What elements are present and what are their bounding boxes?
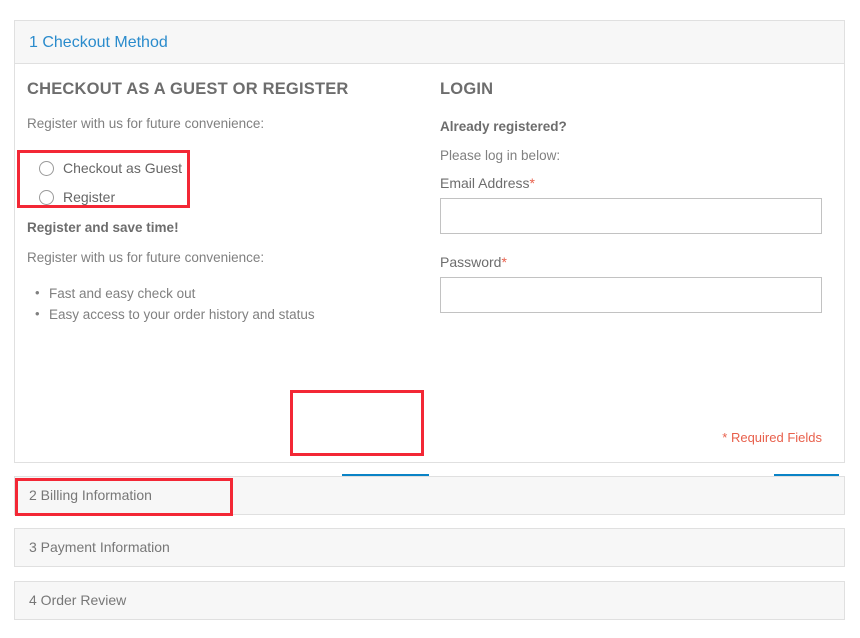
step-title-billing-information: 2 Billing Information [29, 487, 152, 503]
checkout-method-radio-group: Checkout as Guest Register [27, 151, 427, 214]
required-fields-note: * Required Fields [722, 430, 822, 445]
guest-register-intro: Register with us for future convenience: [27, 115, 427, 133]
already-registered-text: Already registered? [440, 119, 836, 134]
guest-register-column: CHECKOUT AS A GUEST OR REGISTER Register… [27, 80, 427, 326]
password-label-text: Password [440, 254, 501, 270]
please-log-in-text: Please log in below: [440, 148, 836, 163]
step-header-billing-information[interactable]: 2 Billing Information [15, 477, 844, 514]
step-header-checkout-method[interactable]: 1 Checkout Method [15, 21, 844, 64]
email-field-block: Email Address* [440, 175, 836, 234]
radio-option-register[interactable]: Register [39, 185, 427, 210]
step-header-order-review[interactable]: 4 Order Review [15, 582, 844, 619]
register-benefits-list: Fast and easy check out Easy access to y… [27, 284, 427, 326]
step-title-order-review: 4 Order Review [29, 592, 126, 608]
radio-label-checkout-as-guest: Checkout as Guest [63, 160, 182, 176]
radio-option-checkout-as-guest[interactable]: Checkout as Guest [39, 156, 427, 181]
radio-circle-icon[interactable] [39, 190, 54, 205]
password-field-block: Password* [440, 254, 836, 313]
email-label-text: Email Address [440, 175, 529, 191]
email-field-label: Email Address* [440, 175, 836, 191]
guest-register-heading: CHECKOUT AS A GUEST OR REGISTER [27, 80, 427, 99]
list-item: Easy access to your order history and st… [49, 305, 427, 326]
required-asterisk-icon: * [529, 175, 534, 191]
login-column: LOGIN Already registered? Please log in … [440, 80, 836, 313]
list-item: Fast and easy check out [49, 284, 427, 305]
email-input[interactable] [440, 198, 822, 234]
checkout-page: 1 Checkout Method CHECKOUT AS A GUEST OR… [0, 0, 860, 638]
login-heading: LOGIN [440, 80, 836, 99]
step-panel-billing-information: 2 Billing Information [14, 476, 845, 515]
radio-circle-icon[interactable] [39, 161, 54, 176]
step-panel-order-review: 4 Order Review [14, 581, 845, 620]
password-input[interactable] [440, 277, 822, 313]
step-body-checkout-method: CHECKOUT AS A GUEST OR REGISTER Register… [15, 64, 844, 462]
radio-label-register: Register [63, 189, 115, 205]
required-asterisk-icon: * [501, 254, 506, 270]
register-intro: Register with us for future convenience: [27, 249, 427, 267]
password-field-label: Password* [440, 254, 836, 270]
step-panel-payment-information: 3 Payment Information [14, 528, 845, 567]
step-panel-checkout-method: 1 Checkout Method CHECKOUT AS A GUEST OR… [14, 20, 845, 463]
step-title-payment-information: 3 Payment Information [29, 539, 170, 555]
step-header-payment-information[interactable]: 3 Payment Information [15, 529, 844, 566]
column-divider [432, 64, 433, 462]
step-title-checkout-method: 1 Checkout Method [29, 34, 168, 51]
register-headline: Register and save time! [27, 220, 427, 235]
